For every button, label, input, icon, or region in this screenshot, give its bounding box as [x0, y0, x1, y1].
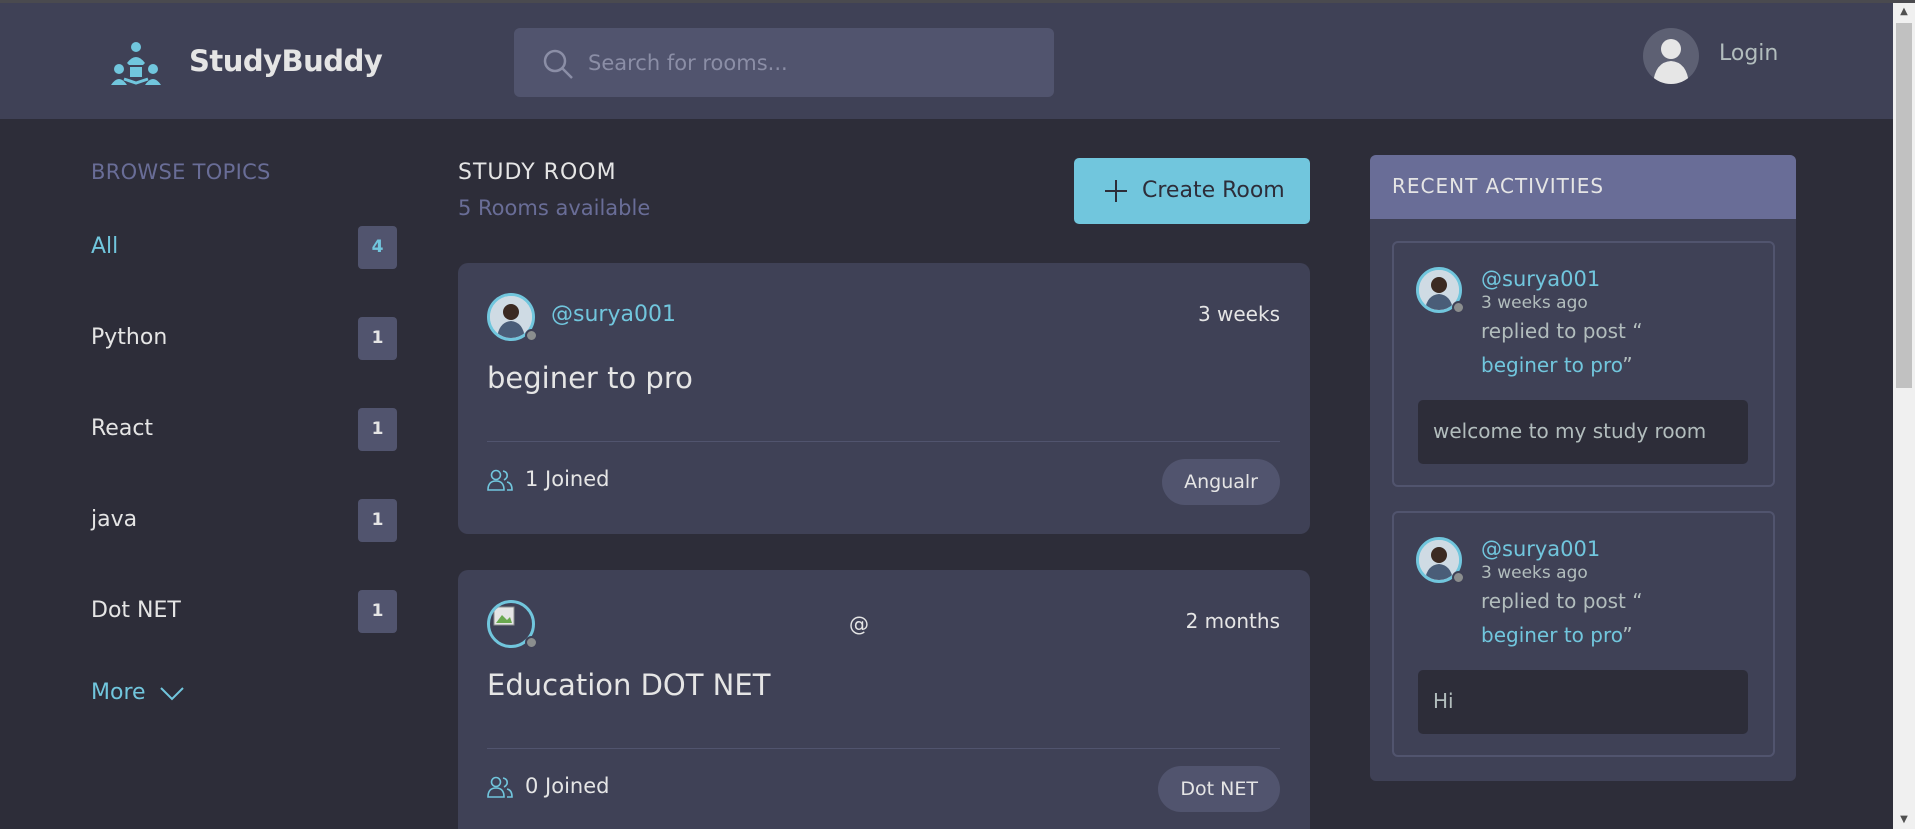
room-host-link[interactable]: @surya001	[551, 302, 676, 327]
recent-activities-header: RECENT ACTIVITIES	[1370, 155, 1796, 219]
topic-count-badge: 1	[358, 317, 397, 360]
activity-user-link[interactable]: @surya001	[1481, 537, 1600, 561]
recent-activities-heading: RECENT ACTIVITIES	[1392, 174, 1605, 198]
browse-topics-heading: BROWSE TOPICS	[91, 160, 271, 184]
plus-icon	[1105, 180, 1127, 202]
activity-post-link[interactable]: beginer to pro	[1481, 353, 1622, 377]
room-time: 2 months	[1185, 609, 1280, 633]
topic-item-react[interactable]: React 1	[91, 404, 401, 452]
scroll-up-arrow-icon[interactable]: ▲	[1893, 3, 1915, 21]
activity-item: @surya001 3 weeks ago replied to post “ …	[1392, 241, 1775, 487]
activity-message: Hi	[1433, 689, 1454, 713]
topic-count-badge: 1	[358, 499, 397, 542]
study-room-heading: STUDY ROOM	[458, 160, 617, 185]
activity-item: @surya001 3 weeks ago replied to post “ …	[1392, 511, 1775, 757]
logo-icon[interactable]	[110, 39, 162, 89]
topic-count-badge: 1	[358, 590, 397, 633]
participants-icon	[487, 469, 513, 491]
activity-post-ref: beginer to pro”	[1481, 353, 1633, 377]
topic-item-all[interactable]: All 4	[91, 222, 401, 270]
more-topics-link[interactable]: More	[91, 680, 184, 705]
topic-name: All	[91, 234, 119, 259]
scroll-thumb[interactable]	[1896, 23, 1912, 388]
rooms-available-count: 5 Rooms available	[458, 196, 651, 220]
top-navbar: StudyBuddy Login	[0, 3, 1893, 119]
activity-action: replied to post “	[1481, 319, 1643, 343]
search-icon	[543, 49, 573, 79]
room-name-link[interactable]: beginer to pro	[487, 361, 693, 395]
activity-time: 3 weeks ago	[1481, 563, 1588, 583]
room-card: @ 2 months Education DOT NET 0 Joined Do…	[458, 570, 1310, 829]
room-time: 3 weeks	[1197, 302, 1280, 326]
status-dot	[525, 636, 538, 649]
divider	[487, 441, 1280, 442]
activity-post-link[interactable]: beginer to pro	[1481, 623, 1622, 647]
participants-icon	[487, 776, 513, 798]
default-user-icon	[1653, 39, 1689, 84]
topic-name: React	[91, 416, 154, 441]
joined-count: 0 Joined	[525, 774, 610, 798]
user-avatar[interactable]	[1643, 28, 1699, 84]
activity-message-box: welcome to my study room	[1418, 400, 1748, 464]
divider	[487, 748, 1280, 749]
room-host-link[interactable]: @	[849, 612, 869, 636]
more-label: More	[91, 680, 146, 705]
room-card: @surya001 3 weeks beginer to pro 1 Joine…	[458, 263, 1310, 534]
activity-user-link[interactable]: @surya001	[1481, 267, 1600, 291]
status-dot	[1452, 301, 1465, 314]
close-quote: ”	[1622, 623, 1633, 647]
activity-action: replied to post “	[1481, 589, 1643, 613]
chevron-down-icon	[160, 687, 184, 701]
scroll-down-arrow-icon[interactable]: ▼	[1893, 811, 1915, 829]
status-dot	[525, 329, 538, 342]
joined-count: 1 Joined	[525, 467, 610, 491]
room-name-link[interactable]: Education DOT NET	[487, 668, 770, 702]
room-topic-tag[interactable]: Angualr	[1162, 459, 1280, 505]
search-input[interactable]	[588, 28, 1028, 97]
topic-item-python[interactable]: Python 1	[91, 313, 401, 361]
topic-name: Dot NET	[91, 598, 181, 623]
activity-post-ref: beginer to pro”	[1481, 623, 1633, 647]
login-link[interactable]: Login	[1719, 41, 1778, 66]
close-quote: ”	[1622, 353, 1633, 377]
topic-name: Python	[91, 325, 168, 350]
topic-count-badge: 4	[358, 226, 397, 269]
room-topic-tag[interactable]: Dot NET	[1158, 766, 1280, 812]
brand-name[interactable]: StudyBuddy	[189, 44, 383, 78]
activity-message-box: Hi	[1418, 670, 1748, 734]
topic-item-java[interactable]: java 1	[91, 495, 401, 543]
create-room-button[interactable]: Create Room	[1074, 158, 1310, 224]
recent-activities-panel: RECENT ACTIVITIES @surya001 3 weeks ago …	[1370, 155, 1796, 781]
topic-name: java	[91, 507, 138, 532]
topic-count-badge: 1	[358, 408, 397, 451]
activity-message: welcome to my study room	[1433, 419, 1707, 443]
activity-time: 3 weeks ago	[1481, 293, 1588, 313]
topic-item-dot-net[interactable]: Dot NET 1	[91, 586, 401, 634]
search-bar[interactable]	[514, 28, 1054, 97]
status-dot	[1452, 571, 1465, 584]
page-scrollbar[interactable]: ▲ ▼	[1893, 3, 1915, 829]
create-room-label: Create Room	[1142, 178, 1285, 203]
